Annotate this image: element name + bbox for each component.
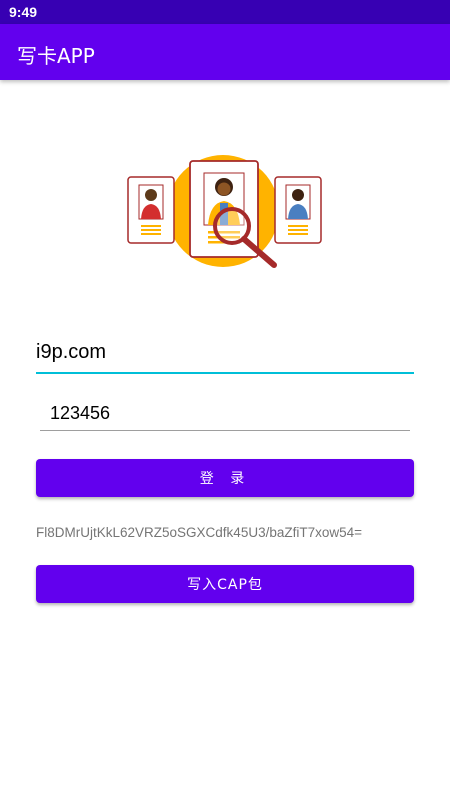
- password-input[interactable]: [50, 403, 400, 424]
- left-profile-card: [127, 176, 175, 244]
- right-profile-card: [274, 176, 322, 244]
- status-time: 9:49: [9, 4, 38, 20]
- password-field[interactable]: [40, 400, 410, 431]
- server-url-input[interactable]: [36, 341, 414, 364]
- login-button[interactable]: 登 录: [36, 459, 414, 497]
- result-text: Fl8DMrUjtKkL62VRZ5oSGXCdfk45U3/baZfiT7xo…: [36, 525, 363, 540]
- write-cap-button[interactable]: 写入CAP包: [36, 565, 414, 603]
- app-title: 写卡APP: [17, 44, 95, 68]
- status-bar: 9:49: [0, 0, 450, 24]
- profile-search-illustration: [120, 145, 330, 275]
- app-bar: 写卡APP: [0, 24, 450, 80]
- server-url-field[interactable]: [36, 338, 414, 374]
